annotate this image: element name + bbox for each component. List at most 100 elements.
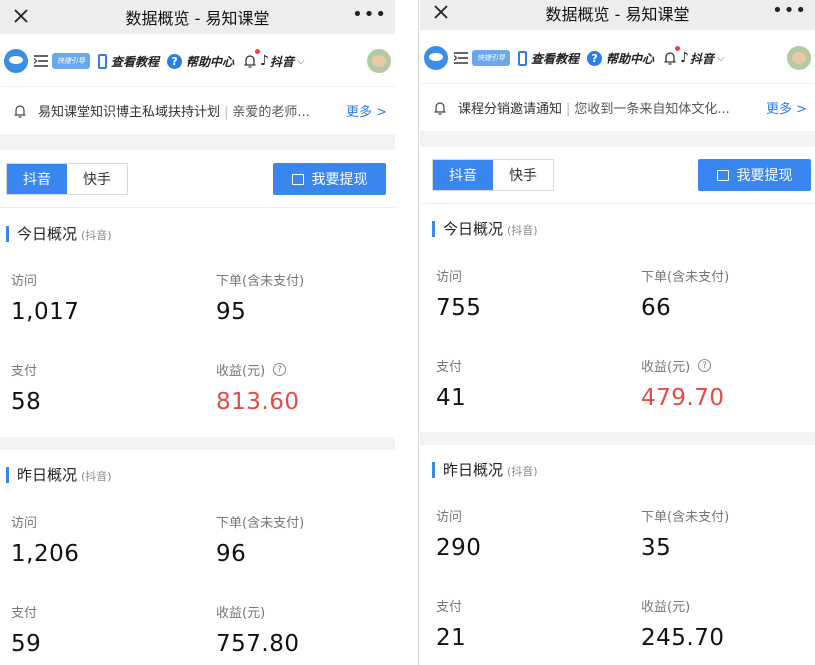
- help-label: 帮助中心: [186, 54, 235, 69]
- notice-bar[interactable]: 课程分销邀请通知 | 您收到一条来自知体文化... 更多 >: [420, 83, 815, 131]
- wallet-icon: [716, 169, 729, 181]
- more-options-icon[interactable]: •••: [772, 0, 807, 21]
- close-icon[interactable]: [10, 5, 32, 27]
- unread-dot: [255, 49, 261, 54]
- help-center-link[interactable]: ? 帮助中心: [587, 50, 654, 67]
- notice-title: 易知课堂知识博主私域扶持计划: [38, 105, 221, 120]
- accent-bar: [6, 466, 9, 483]
- platform-dropdown[interactable]: ♪ 抖音 ⌵: [680, 50, 725, 67]
- avatar[interactable]: [787, 46, 811, 70]
- today-paid-metric: 支付 58: [11, 360, 41, 415]
- yesterday-paid-metric: 支付 59: [11, 602, 41, 657]
- today-section-heading: 今日概况 (抖音): [6, 223, 112, 244]
- today-visits-metric: 访问 1,017: [11, 270, 79, 325]
- tab-kuaishou[interactable]: 快手: [67, 164, 127, 194]
- metric-value: 479.70: [641, 385, 725, 411]
- metric-label: 支付: [11, 364, 38, 379]
- metric-value: 35: [641, 535, 672, 561]
- notification-bell-icon[interactable]: [662, 46, 681, 66]
- section-gap: [420, 432, 815, 445]
- notice-text: 课程分销邀请通知 | 您收到一条来自知体文化...: [458, 102, 730, 117]
- platform-tabs: 抖音 快手: [432, 159, 554, 191]
- tutorial-link[interactable]: 查看教程: [98, 53, 159, 70]
- metric-value: 1,206: [11, 541, 80, 567]
- page-title: 数据概览 - 易知课堂: [125, 9, 270, 28]
- today-section-heading: 今日概况 (抖音): [432, 218, 538, 239]
- tutorial-link[interactable]: 查看教程: [518, 50, 579, 67]
- metric-value: 813.60: [216, 389, 300, 415]
- title-bar: 数据概览 - 易知课堂 •••: [0, 0, 395, 34]
- metric-label: 支付: [436, 600, 463, 615]
- notice-bell-icon: [434, 101, 446, 115]
- today-orders-metric: 下单(含未支付) 95: [216, 270, 304, 325]
- today-revenue-metric: 收益(元)? 813.60: [216, 360, 299, 415]
- withdraw-label: 我要提现: [311, 172, 368, 188]
- notice-text: 易知课堂知识博主私域扶持计划 | 亲爱的老师...: [38, 105, 310, 120]
- today-platform-tag: (抖音): [81, 229, 112, 242]
- platform-label: 抖音: [269, 54, 294, 69]
- metric-label: 支付: [436, 360, 463, 375]
- notice-bar[interactable]: 易知课堂知识博主私域扶持计划 | 亲爱的老师... 更多 >: [0, 86, 395, 134]
- notice-subtitle: 亲爱的老师...: [232, 105, 310, 120]
- help-question-icon[interactable]: ?: [273, 363, 287, 376]
- yesterday-visits-metric: 访问 290: [436, 506, 481, 561]
- page-title: 数据概览 - 易知课堂: [545, 5, 690, 24]
- metric-label: 收益(元): [641, 600, 691, 615]
- metric-label: 下单(含未支付): [216, 516, 305, 531]
- metric-value: 41: [436, 385, 467, 411]
- help-label: 帮助中心: [606, 51, 655, 66]
- yesterday-title: 昨日概况: [443, 461, 504, 479]
- withdraw-button[interactable]: 我要提现: [698, 159, 811, 191]
- divider: [0, 207, 395, 208]
- today-paid-metric: 支付 41: [436, 356, 466, 411]
- help-question-icon[interactable]: ?: [698, 359, 712, 372]
- yesterday-orders-metric: 下单(含未支付) 35: [641, 506, 729, 561]
- metric-value: 245.70: [641, 625, 725, 651]
- today-orders-metric: 下单(含未支付) 66: [641, 266, 729, 321]
- panel-gutter: [395, 0, 420, 665]
- tab-douyin[interactable]: 抖音: [433, 160, 493, 190]
- menu-icon[interactable]: [34, 55, 48, 67]
- metric-value: 1,017: [11, 299, 80, 325]
- quick-guide-button[interactable]: 快捷引导: [472, 50, 510, 66]
- notice-more-link[interactable]: 更多 >: [766, 98, 807, 117]
- more-options-icon[interactable]: •••: [352, 4, 387, 25]
- wallet-icon: [291, 173, 304, 185]
- yesterday-revenue-metric: 收益(元) 245.70: [641, 596, 724, 651]
- phone-icon: [518, 50, 527, 66]
- help-center-link[interactable]: ? 帮助中心: [167, 53, 234, 70]
- notice-more-link[interactable]: 更多 >: [346, 101, 387, 120]
- quick-guide-button[interactable]: 快捷引导: [52, 53, 90, 69]
- metric-label: 下单(含未支付): [641, 270, 730, 285]
- screenshot-stage: 数据概览 - 易知课堂 ••• 快捷引导 查看教程 ? 帮助中心 ♪ 抖音 ⌵ 易知课…: [0, 0, 815, 665]
- yesterday-revenue-metric: 收益(元) 757.80: [216, 602, 299, 657]
- notice-subtitle: 您收到一条来自知体文化...: [574, 102, 730, 117]
- help-icon: ?: [587, 50, 603, 66]
- withdraw-button[interactable]: 我要提现: [273, 163, 386, 195]
- platform-tabs: 抖音 快手: [6, 163, 128, 195]
- notification-bell-icon[interactable]: [242, 49, 261, 69]
- metric-label: 下单(含未支付): [216, 274, 305, 289]
- metric-label: 访问: [436, 270, 463, 285]
- yesterday-orders-metric: 下单(含未支付) 96: [216, 512, 304, 567]
- tab-douyin[interactable]: 抖音: [7, 164, 67, 194]
- platform-dropdown[interactable]: ♪ 抖音 ⌵: [260, 53, 305, 70]
- metric-value: 59: [11, 631, 42, 657]
- divider: [420, 203, 815, 204]
- section-gap: [0, 437, 395, 450]
- tab-kuaishou[interactable]: 快手: [493, 160, 553, 190]
- yesterday-platform-tag: (抖音): [81, 470, 112, 483]
- metric-label: 收益(元): [216, 606, 266, 621]
- chevron-down-icon: ⌵: [716, 52, 725, 64]
- withdraw-label: 我要提现: [736, 168, 793, 184]
- avatar[interactable]: [367, 49, 391, 73]
- notice-title: 课程分销邀请通知: [458, 102, 563, 117]
- close-icon[interactable]: [430, 1, 452, 23]
- today-visits-metric: 访问 755: [436, 266, 481, 321]
- phone-icon: [98, 53, 107, 69]
- metric-label: 下单(含未支付): [641, 510, 730, 525]
- metric-value: 95: [216, 299, 247, 325]
- toolbar: 快捷引导 查看教程 ? 帮助中心 ♪ 抖音 ⌵: [0, 36, 395, 86]
- metric-value: 66: [641, 295, 672, 321]
- menu-icon[interactable]: [454, 52, 468, 64]
